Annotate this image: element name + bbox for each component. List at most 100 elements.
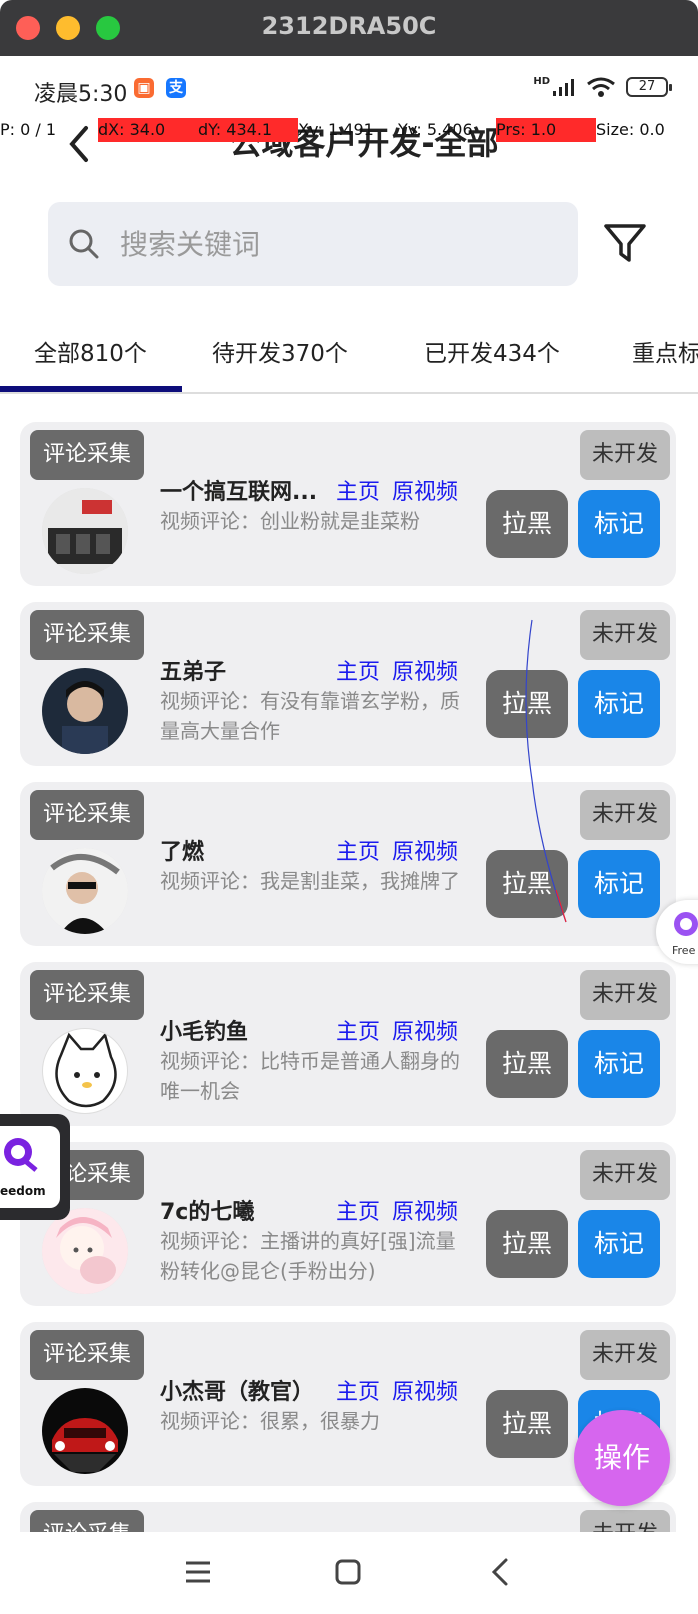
tab-pending[interactable]: 待开发370个 <box>212 334 348 368</box>
recent-apps-button[interactable] <box>178 1552 218 1592</box>
source-tag: 评论采集 <box>30 430 144 480</box>
comment-text: 视频评论：创业粉就是韭菜粉 <box>160 509 420 533</box>
customer-name: 小杰哥（教官） <box>160 1380 315 1405</box>
menu-icon <box>186 1561 210 1583</box>
comment-text: 视频评论：比特币是普通人翻身的唯一机会 <box>160 1049 460 1103</box>
tab-active-indicator <box>0 386 182 392</box>
block-button[interactable]: 拉黑 <box>486 670 568 738</box>
tab-developed[interactable]: 已开发434个 <box>424 334 560 368</box>
chevron-left-icon <box>491 1558 508 1586</box>
homepage-link[interactable]: 主页 <box>336 834 380 866</box>
freedom-floating-widget[interactable]: eedom <box>0 1114 70 1220</box>
source-tag: 评论采集 <box>30 790 144 840</box>
comment-text: 视频评论：主播讲的真好[强]流量粉转化@昆仑(手粉出分) <box>160 1229 456 1283</box>
block-button[interactable]: 拉黑 <box>486 1390 568 1458</box>
avatar[interactable] <box>42 488 128 574</box>
status-badge: 未开发 <box>580 790 670 840</box>
debug-dx: dX: 34.0 <box>98 118 198 142</box>
avatar[interactable] <box>42 848 128 934</box>
original-video-link[interactable]: 原视频 <box>392 474 458 506</box>
comment-text: 视频评论：我是割韭菜，我摊牌了 <box>160 869 460 893</box>
mark-button[interactable]: 标记 <box>578 850 660 918</box>
freedom-side-label: Free <box>672 944 696 957</box>
homepage-link[interactable]: 主页 <box>336 1374 380 1406</box>
debug-size: Size: 0.0 <box>596 120 665 139</box>
debug-xv: Xv: 1.491 <box>298 120 374 139</box>
list-item[interactable]: 评论采集 未开发 一个搞互联网... 主页 原视频 视频评论：创业粉就是韭菜粉 … <box>20 422 676 586</box>
homepage-link[interactable]: 主页 <box>336 1194 380 1226</box>
customer-name: 五弟子 <box>160 660 227 685</box>
customer-name: 小毛钓鱼 <box>160 1020 249 1045</box>
block-button[interactable]: 拉黑 <box>486 490 568 558</box>
customer-name: 7c的七曦 <box>160 1200 255 1225</box>
block-button[interactable]: 拉黑 <box>486 850 568 918</box>
action-fab-button[interactable]: 操作 <box>574 1410 670 1506</box>
customer-name: 一个搞互联网... <box>160 480 318 505</box>
avatar[interactable] <box>42 668 128 754</box>
status-badge: 未开发 <box>580 610 670 660</box>
window-title: 2312DRA50C <box>261 12 437 40</box>
freedom-label: eedom <box>0 1184 46 1198</box>
freedom-logo-icon <box>674 912 698 936</box>
customer-name: 了燃 <box>160 840 205 865</box>
list-item[interactable]: 评论采集 未开发 小毛钓鱼 主页 原视频 视频评论：比特币是普通人翻身的唯一机会… <box>20 962 676 1126</box>
original-video-link[interactable]: 原视频 <box>392 1194 458 1226</box>
list-item[interactable]: 评论采集 未开发 五弟子 主页 原视频 视频评论：有没有靠谱玄学粉，质量高大量合… <box>20 602 676 766</box>
home-button[interactable] <box>328 1552 368 1592</box>
original-video-link[interactable]: 原视频 <box>392 834 458 866</box>
mark-button[interactable]: 标记 <box>578 670 660 738</box>
debug-prs: Prs: 1.0 <box>496 118 596 142</box>
battery-icon: 27 <box>626 77 672 97</box>
network-label: HD <box>533 75 550 87</box>
homepage-link[interactable]: 主页 <box>336 654 380 686</box>
debug-p: P: 0 / 1 <box>0 120 57 139</box>
status-badge: 未开发 <box>580 430 670 480</box>
status-icons: HD 27 <box>533 75 672 98</box>
block-button[interactable]: 拉黑 <box>486 1030 568 1098</box>
homepage-link[interactable]: 主页 <box>336 474 380 506</box>
search-input[interactable] <box>120 202 560 286</box>
tab-key[interactable]: 重点标 <box>632 334 698 368</box>
avatar[interactable] <box>42 1028 128 1114</box>
block-button[interactable]: 拉黑 <box>486 1210 568 1278</box>
system-navigation-bar <box>0 1532 698 1614</box>
debug-dy: dY: 434.1 <box>198 118 298 142</box>
homepage-link[interactable]: 主页 <box>336 1014 380 1046</box>
freedom-logo-icon <box>4 1138 38 1172</box>
signal-icon <box>553 79 574 96</box>
filter-button[interactable] <box>600 218 650 268</box>
wifi-icon <box>587 77 615 97</box>
debug-yv: Yv: 5.406 <box>398 120 473 139</box>
alipay-icon: 支 <box>166 78 186 98</box>
comment-text: 视频评论：很累，很暴力 <box>160 1409 380 1433</box>
status-badge: 未开发 <box>580 1150 670 1200</box>
mark-button[interactable]: 标记 <box>578 1030 660 1098</box>
search-icon <box>69 229 99 259</box>
avatar[interactable] <box>42 1388 128 1474</box>
tab-bar: 全部810个 待开发370个 已开发434个 重点标 <box>0 326 698 394</box>
status-time: 凌晨5:30 <box>34 82 128 107</box>
list-item[interactable]: 评论采集 未开发 7c的七曦 主页 原视频 视频评论：主播讲的真好[强]流量粉转… <box>20 1142 676 1306</box>
status-badge: 未开发 <box>580 1330 670 1380</box>
status-badge: 未开发 <box>580 970 670 1020</box>
pointer-debug-overlay: P: 0 / 1 dX: 34.0 dY: 434.1 Xv: 1.491 Yv… <box>0 118 698 142</box>
notification-app-icon: ▣ <box>134 78 154 98</box>
source-tag: 评论采集 <box>30 1330 144 1380</box>
mark-button[interactable]: 标记 <box>578 1210 660 1278</box>
search-bar <box>48 202 578 286</box>
window-titlebar: 2312DRA50C <box>0 0 698 56</box>
filter-icon <box>604 224 646 262</box>
original-video-link[interactable]: 原视频 <box>392 1014 458 1046</box>
original-video-link[interactable]: 原视频 <box>392 1374 458 1406</box>
status-bar: 凌晨5:30 ▣ 支 HD 27 <box>0 56 698 118</box>
mark-button[interactable]: 标记 <box>578 490 660 558</box>
system-back-button[interactable] <box>480 1552 520 1592</box>
list-item[interactable]: 评论采集 未开发 了燃 主页 原视频 视频评论：我是割韭菜，我摊牌了 拉黑 标记 <box>20 782 676 946</box>
source-tag: 评论采集 <box>30 970 144 1020</box>
original-video-link[interactable]: 原视频 <box>392 654 458 686</box>
avatar[interactable] <box>42 1208 128 1294</box>
home-square-icon <box>335 1559 361 1585</box>
tab-all[interactable]: 全部810个 <box>34 334 147 368</box>
source-tag: 评论采集 <box>30 610 144 660</box>
comment-text: 视频评论：有没有靠谱玄学粉，质量高大量合作 <box>160 689 460 743</box>
